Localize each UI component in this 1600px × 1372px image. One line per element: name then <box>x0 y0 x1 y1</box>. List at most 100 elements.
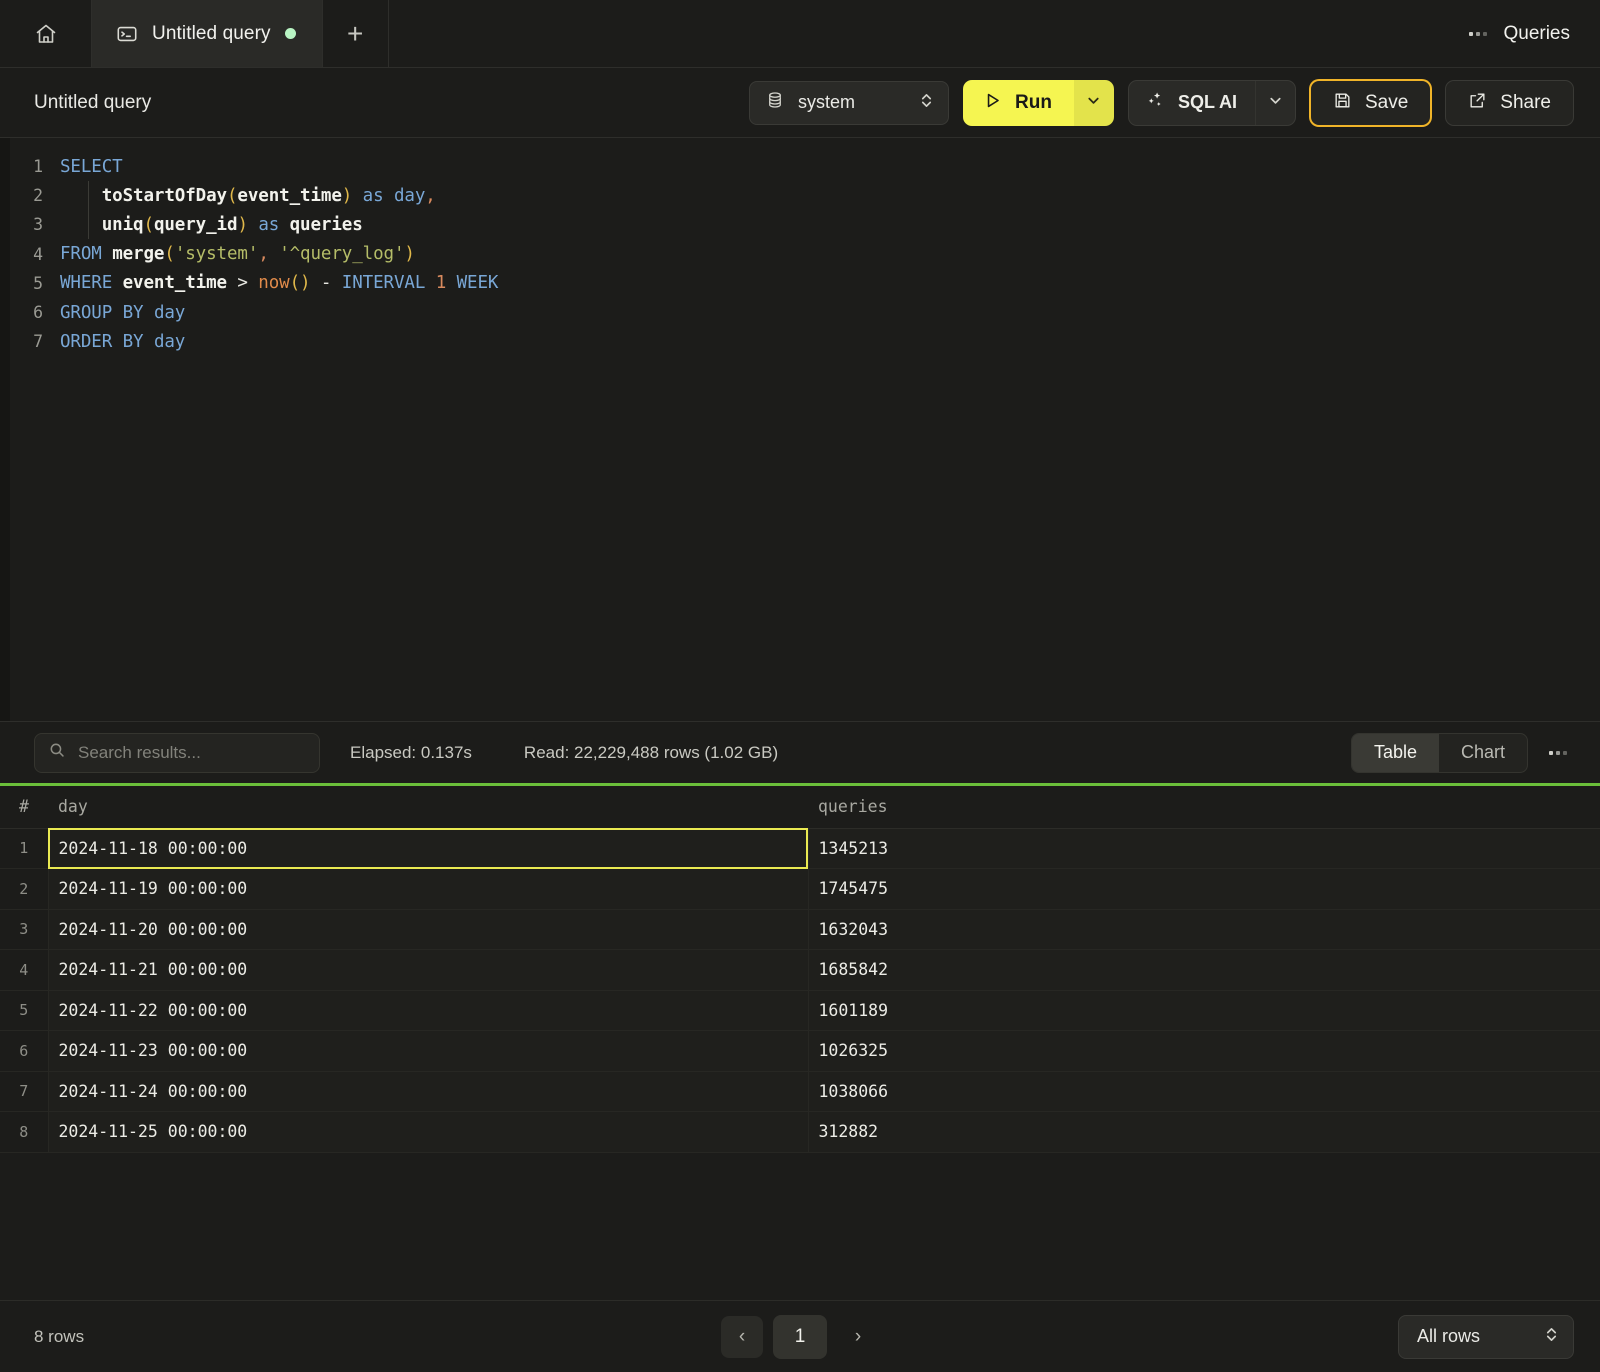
cell-day[interactable]: 2024-11-20 00:00:00 <box>48 909 808 950</box>
cell-queries[interactable]: 1026325 <box>808 1031 1600 1072</box>
tab-chart-view[interactable]: Chart <box>1439 734 1527 772</box>
column-header-day[interactable]: day <box>48 786 808 828</box>
results-table-wrap: # day queries 12024-11-18 00:00:00134521… <box>0 786 1600 1300</box>
cell-queries[interactable]: 1632043 <box>808 909 1600 950</box>
cell-day[interactable]: 2024-11-19 00:00:00 <box>48 869 808 910</box>
home-button[interactable] <box>0 0 92 67</box>
save-label: Save <box>1365 92 1408 114</box>
code-line: 3 uniq(query_id) as queries <box>10 210 1600 239</box>
save-button[interactable]: Save <box>1310 80 1431 126</box>
code-line: 6GROUP BY day <box>10 298 1600 327</box>
elapsed-stat: Elapsed: 0.137s <box>350 743 472 763</box>
results-more-button[interactable] <box>1538 733 1578 773</box>
cell-queries[interactable]: 1685842 <box>808 950 1600 991</box>
column-header-queries[interactable]: queries <box>808 786 1600 828</box>
line-number: 2 <box>10 186 60 205</box>
sql-ai-button[interactable]: SQL AI <box>1129 81 1255 125</box>
next-page-button[interactable]: › <box>837 1316 879 1358</box>
run-options-button[interactable] <box>1074 80 1114 126</box>
cell-queries[interactable]: 1601189 <box>808 990 1600 1031</box>
tab-bar-spacer <box>389 0 1460 67</box>
toolbar-actions: system Run <box>749 80 1574 126</box>
save-disk-icon <box>1333 91 1352 115</box>
row-index-cell: 1 <box>0 828 48 869</box>
table-row[interactable]: 22024-11-19 00:00:001745475 <box>0 869 1600 910</box>
column-header-index[interactable]: # <box>0 786 48 828</box>
pagination: ‹ 1 › <box>721 1315 879 1359</box>
cell-queries[interactable]: 312882 <box>808 1112 1600 1153</box>
sql-ai-options-button[interactable] <box>1255 81 1295 125</box>
line-number: 3 <box>10 215 60 234</box>
sparkles-icon <box>1145 90 1165 115</box>
cell-queries[interactable]: 1038066 <box>808 1071 1600 1112</box>
cell-day[interactable]: 2024-11-24 00:00:00 <box>48 1071 808 1112</box>
cell-day[interactable]: 2024-11-21 00:00:00 <box>48 950 808 991</box>
tab-untitled-query[interactable]: Untitled query <box>92 0 323 67</box>
line-number: 1 <box>10 157 60 176</box>
row-index-cell: 2 <box>0 869 48 910</box>
page-size-label: All rows <box>1417 1326 1532 1347</box>
cell-queries[interactable]: 1345213 <box>808 828 1600 869</box>
cell-day[interactable]: 2024-11-23 00:00:00 <box>48 1031 808 1072</box>
table-row[interactable]: 52024-11-22 00:00:001601189 <box>0 990 1600 1031</box>
home-icon <box>34 22 58 46</box>
code-text: GROUP BY day <box>60 303 185 323</box>
results-toolbar: Search results... Elapsed: 0.137s Read: … <box>0 721 1600 783</box>
plus-icon: + <box>347 20 363 48</box>
prev-page-button[interactable]: ‹ <box>721 1316 763 1358</box>
share-button[interactable]: Share <box>1445 80 1574 126</box>
cell-day[interactable]: 2024-11-25 00:00:00 <box>48 1112 808 1153</box>
row-index-cell: 5 <box>0 990 48 1031</box>
table-row[interactable]: 72024-11-24 00:00:001038066 <box>0 1071 1600 1112</box>
code-line: 5WHERE event_time > now() - INTERVAL 1 W… <box>10 269 1600 298</box>
ellipsis-icon <box>1549 751 1567 755</box>
indent-guide <box>88 181 89 239</box>
external-link-icon <box>1468 91 1487 115</box>
read-stat: Read: 22,229,488 rows (1.02 GB) <box>524 743 778 763</box>
search-results-input[interactable]: Search results... <box>34 733 320 773</box>
chevron-down-icon <box>1268 93 1283 113</box>
view-switcher: Table Chart <box>1351 733 1528 773</box>
row-index-cell: 7 <box>0 1071 48 1112</box>
code-area[interactable]: 1SELECT2 toStartOfDay(event_time) as day… <box>10 138 1600 721</box>
sql-ai-group: SQL AI <box>1128 80 1296 126</box>
database-name: system <box>798 92 905 113</box>
new-tab-button[interactable]: + <box>323 0 389 67</box>
database-icon <box>766 91 784 114</box>
code-text: WHERE event_time > now() - INTERVAL 1 WE… <box>60 273 498 293</box>
cell-day[interactable]: 2024-11-18 00:00:00 <box>48 828 808 869</box>
table-row[interactable]: 12024-11-18 00:00:001345213 <box>0 828 1600 869</box>
page-number-button[interactable]: 1 <box>773 1315 827 1359</box>
sql-ai-label: SQL AI <box>1178 92 1237 113</box>
run-button[interactable]: Run <box>963 80 1074 126</box>
code-lines: 1SELECT2 toStartOfDay(event_time) as day… <box>10 152 1600 356</box>
results-table-body: 12024-11-18 00:00:00134521322024-11-19 0… <box>0 828 1600 1152</box>
tab-bar: Untitled query + Queries <box>0 0 1600 68</box>
search-icon <box>49 742 65 763</box>
code-text: ORDER BY day <box>60 332 185 352</box>
cell-queries[interactable]: 1745475 <box>808 869 1600 910</box>
rows-count-label: 8 rows <box>34 1327 84 1347</box>
tab-table-view[interactable]: Table <box>1352 734 1439 772</box>
sql-editor[interactable]: 1SELECT2 toStartOfDay(event_time) as day… <box>0 138 1600 721</box>
table-row[interactable]: 82024-11-25 00:00:00312882 <box>0 1112 1600 1153</box>
cell-day[interactable]: 2024-11-22 00:00:00 <box>48 990 808 1031</box>
line-number: 7 <box>10 332 60 351</box>
editor-left-edge <box>0 138 10 721</box>
table-row[interactable]: 42024-11-21 00:00:001685842 <box>0 950 1600 991</box>
table-header-row: # day queries <box>0 786 1600 828</box>
page-title: Untitled query <box>34 92 151 114</box>
page-size-selector[interactable]: All rows <box>1398 1315 1574 1359</box>
line-number: 6 <box>10 303 60 322</box>
results-table-head: # day queries <box>0 786 1600 828</box>
code-text: FROM merge('system', '^query_log') <box>60 244 415 264</box>
table-row[interactable]: 32024-11-20 00:00:001632043 <box>0 909 1600 950</box>
database-selector[interactable]: system <box>749 81 949 125</box>
table-empty-fill <box>0 1153 1600 1301</box>
row-index-cell: 8 <box>0 1112 48 1153</box>
table-row[interactable]: 62024-11-23 00:00:001026325 <box>0 1031 1600 1072</box>
line-number: 4 <box>10 245 60 264</box>
chevron-updown-icon <box>919 92 934 114</box>
queries-button[interactable]: Queries <box>1459 0 1600 67</box>
row-index-cell: 4 <box>0 950 48 991</box>
